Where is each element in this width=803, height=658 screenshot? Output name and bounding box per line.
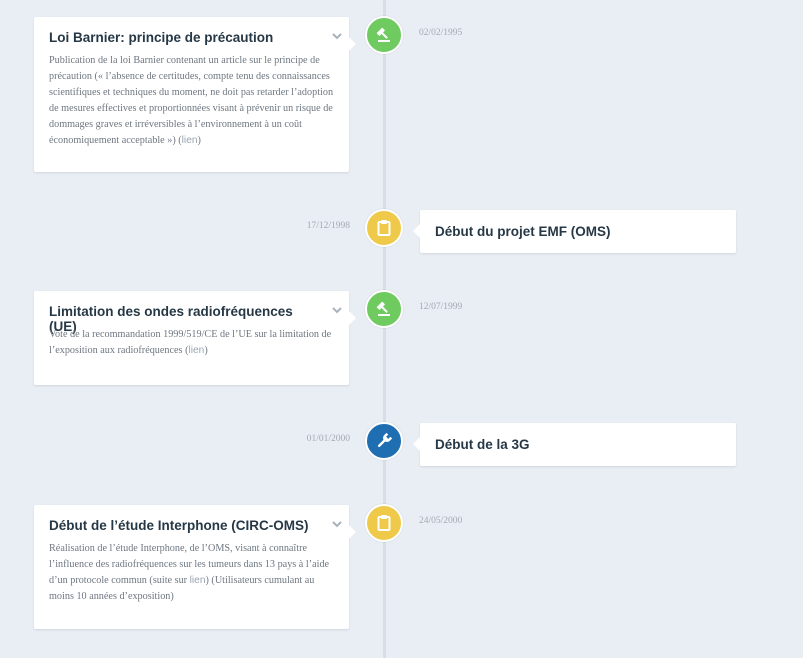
timeline-card-loi-barnier: Loi Barnier: principe de précaution Publ… [34, 17, 356, 172]
card-description: Publication de la loi Barnier contenant … [49, 55, 334, 146]
source-link[interactable]: lien [188, 345, 204, 356]
timeline-card-projet-emf: Début du projet EMF (OMS) [413, 210, 736, 253]
timeline-card-debut-3g: Début de la 3G [413, 423, 736, 466]
clipboard-icon [377, 220, 391, 236]
event-date: 24/05/2000 [419, 516, 463, 526]
source-link[interactable]: lien [190, 575, 206, 586]
event-node-gavel [365, 16, 403, 54]
event-date: 17/12/1998 [306, 221, 350, 231]
timeline-card-interphone: Début de l’étude Interphone (CIRC-OMS) R… [34, 505, 356, 629]
timeline-card-limitation-ondes: Limitation des ondes radiofréquences (UE… [34, 291, 356, 385]
gavel-icon [376, 301, 390, 316]
clipboard-icon [377, 515, 391, 531]
card-title: Début du projet EMF (OMS) [435, 224, 611, 239]
event-date: 01/01/2000 [306, 434, 350, 444]
event-date: 12/07/1999 [419, 302, 463, 312]
source-link[interactable]: lien [182, 135, 198, 146]
event-node-gavel [365, 290, 403, 328]
event-date: 02/02/1995 [419, 28, 463, 38]
card-title: Début de la 3G [435, 437, 530, 452]
card-description: Réalisation de l’étude Interphone, de l’… [49, 543, 330, 602]
event-node-clipboard [365, 504, 403, 542]
timeline-axis [383, 0, 386, 658]
card-description: Vote de la recommandation 1999/519/CE de… [49, 329, 332, 356]
gavel-icon [376, 27, 390, 42]
wrench-icon [377, 432, 393, 448]
event-node-wrench [365, 422, 403, 460]
chevron-down-icon[interactable] [331, 519, 343, 529]
card-title: Début de l’étude Interphone (CIRC-OMS) [49, 518, 309, 533]
chevron-down-icon[interactable] [331, 31, 343, 41]
chevron-down-icon[interactable] [331, 305, 343, 315]
event-node-clipboard [365, 209, 403, 247]
card-title: Loi Barnier: principe de précaution [49, 30, 274, 45]
